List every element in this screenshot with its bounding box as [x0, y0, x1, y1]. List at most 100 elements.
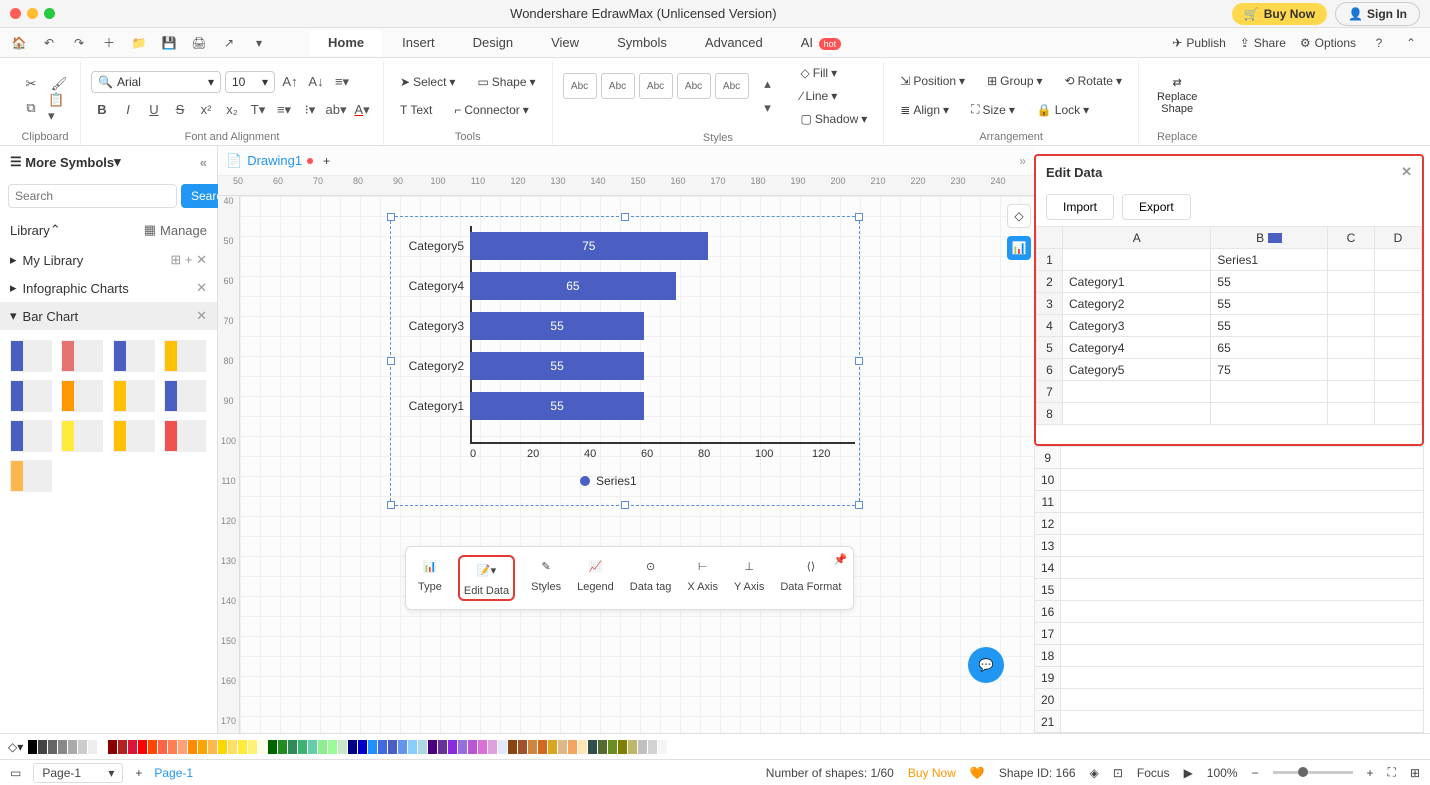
color-swatch[interactable]	[208, 740, 217, 754]
color-swatch[interactable]	[158, 740, 167, 754]
table-cell[interactable]: Category2	[1063, 293, 1211, 315]
color-swatch[interactable]	[288, 740, 297, 754]
table-cell[interactable]: 55	[1211, 293, 1328, 315]
color-swatch[interactable]	[398, 740, 407, 754]
color-swatch[interactable]	[128, 740, 137, 754]
color-swatch[interactable]	[228, 740, 237, 754]
ft-x-axis[interactable]: ⊢X Axis	[687, 555, 718, 601]
col-header-d[interactable]: D	[1374, 227, 1421, 249]
resize-handle-w[interactable]	[387, 357, 395, 365]
export-button[interactable]: Export	[1122, 194, 1191, 220]
copy-icon[interactable]: ⧉	[20, 97, 42, 119]
bar-chart[interactable]: Category575Category465Category355Categor…	[400, 226, 850, 426]
chart-thumb[interactable]	[164, 420, 206, 452]
color-swatch[interactable]	[528, 740, 537, 754]
add-page-icon[interactable]: +	[135, 766, 142, 780]
connector-tool[interactable]: ⌐Connector▾	[448, 99, 534, 121]
color-swatch[interactable]	[408, 740, 417, 754]
style-preset-3[interactable]: Abc	[639, 73, 673, 99]
style-preset-2[interactable]: Abc	[601, 73, 635, 99]
ft-styles[interactable]: ✎Styles	[531, 555, 561, 601]
color-swatch[interactable]	[138, 740, 147, 754]
line-spacing-icon[interactable]: ≡▾	[273, 99, 295, 121]
text-direction-icon[interactable]: ab▾	[325, 99, 347, 121]
open-icon[interactable]: 📁	[130, 34, 148, 52]
bullets-icon[interactable]: ⁝▾	[299, 99, 321, 121]
color-swatch[interactable]	[148, 740, 157, 754]
chart-thumb[interactable]	[164, 380, 206, 412]
color-swatch[interactable]	[188, 740, 197, 754]
fit-page-icon[interactable]: ⛶	[1388, 765, 1396, 780]
maximize-window-icon[interactable]	[44, 8, 55, 19]
chart-thumb[interactable]	[61, 420, 103, 452]
sign-in-button[interactable]: 👤 Sign In	[1335, 2, 1420, 26]
resize-handle-e[interactable]	[855, 357, 863, 365]
color-swatch[interactable]	[88, 740, 97, 754]
pages-icon[interactable]: ▭	[10, 766, 21, 780]
lock-button[interactable]: 🔒Lock▾	[1031, 98, 1095, 121]
collapse-ribbon-icon[interactable]: ⌃	[1402, 34, 1420, 52]
doc-tab[interactable]: 📄 Drawing1	[226, 153, 313, 169]
fill-button[interactable]: ◇Fill▾	[795, 62, 874, 84]
style-up-icon[interactable]: ▴	[757, 73, 779, 95]
color-swatch[interactable]	[108, 740, 117, 754]
color-swatch[interactable]	[328, 740, 337, 754]
color-swatch[interactable]	[518, 740, 527, 754]
position-button[interactable]: ⇲Position▾	[894, 70, 971, 92]
color-swatch[interactable]	[168, 740, 177, 754]
color-swatch[interactable]	[498, 740, 507, 754]
superscript-icon[interactable]: x²	[195, 99, 217, 121]
data-table-overflow[interactable]: 9101112131415161718192021	[1034, 446, 1424, 733]
size-button[interactable]: ⛶Size▾	[965, 98, 1021, 121]
table-cell[interactable]: Category3	[1063, 315, 1211, 337]
style-preset-4[interactable]: Abc	[677, 73, 711, 99]
chart-thumb[interactable]	[164, 340, 206, 372]
tab-advanced[interactable]: Advanced	[687, 29, 781, 56]
bar[interactable]: 55	[470, 312, 644, 340]
color-swatch[interactable]	[648, 740, 657, 754]
col-header-b[interactable]: B	[1211, 227, 1328, 249]
table-cell[interactable]: Category5	[1063, 359, 1211, 381]
decrease-font-icon[interactable]: A↓	[305, 71, 327, 93]
color-swatch[interactable]	[268, 740, 277, 754]
chart-thumb[interactable]	[61, 380, 103, 412]
fullscreen-icon[interactable]: ⊞	[1410, 766, 1420, 780]
paste-icon[interactable]: 📋▾	[48, 97, 70, 119]
ft-edit-data[interactable]: 📝▾Edit Data	[458, 555, 515, 601]
zoom-value[interactable]: 100%	[1207, 766, 1238, 780]
resize-handle-n[interactable]	[621, 213, 629, 221]
home-icon[interactable]: 🏠	[10, 34, 28, 52]
color-swatch[interactable]	[448, 740, 457, 754]
color-swatch[interactable]	[68, 740, 77, 754]
font-family-select[interactable]: 🔍 Arial ▾	[91, 71, 221, 93]
color-swatch[interactable]	[508, 740, 517, 754]
sidebar-item-bar-chart[interactable]: ▾ Bar Chart ✕	[0, 302, 217, 330]
color-swatch[interactable]	[418, 740, 427, 754]
zoom-slider[interactable]	[1273, 771, 1353, 774]
align-menu-icon[interactable]: ≡▾	[331, 71, 353, 93]
share-button[interactable]: ⇪Share	[1240, 36, 1286, 50]
chart-thumb[interactable]	[10, 460, 52, 492]
color-swatch[interactable]	[308, 740, 317, 754]
redo-icon[interactable]: ↷	[70, 34, 88, 52]
table-cell[interactable]: 55	[1211, 271, 1328, 293]
rail-chart-button[interactable]: 📊	[1007, 236, 1031, 260]
ft-data-format[interactable]: ⟨⟩Data Format	[780, 555, 841, 601]
style-down-icon[interactable]: ▾	[757, 97, 779, 119]
undo-icon[interactable]: ↶	[40, 34, 58, 52]
resize-handle-nw[interactable]	[387, 213, 395, 221]
color-palette-bar[interactable]: ◇▾	[0, 733, 1430, 759]
font-color-icon[interactable]: A▾	[351, 99, 373, 121]
color-swatch[interactable]	[368, 740, 377, 754]
color-swatch[interactable]	[358, 740, 367, 754]
col-header-a[interactable]: A	[1063, 227, 1211, 249]
rail-style-button[interactable]: ◇	[1007, 204, 1031, 228]
color-swatch[interactable]	[338, 740, 347, 754]
export-icon[interactable]: ↗	[220, 34, 238, 52]
buy-now-link[interactable]: Buy Now	[908, 766, 956, 780]
chat-fab[interactable]: 💬	[968, 647, 1004, 683]
resize-handle-se[interactable]	[855, 501, 863, 509]
close-icon[interactable]: ✕	[196, 308, 207, 324]
data-table[interactable]: A B C D 1Series1 2Category155 3Category2…	[1036, 226, 1422, 425]
table-cell[interactable]: Category1	[1063, 271, 1211, 293]
